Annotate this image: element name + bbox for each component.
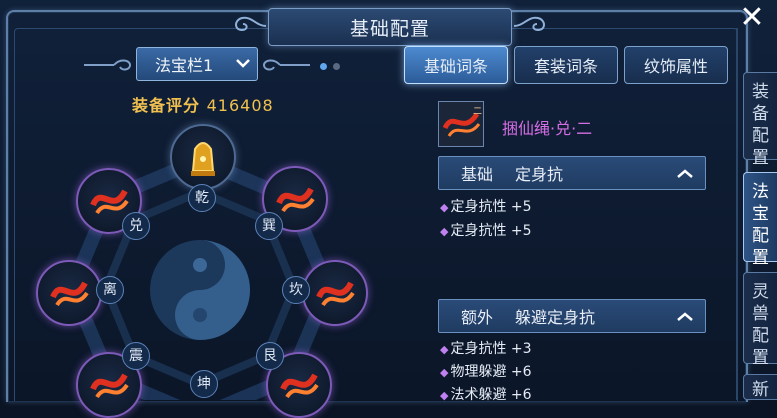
tab-set-entries[interactable]: 套装词条 bbox=[514, 46, 618, 84]
window-frame: 基础配置 ✕ 法宝栏1 装备评分 416408 乾 巽 坎 艮 坤 震 离 兑 … bbox=[0, 0, 777, 418]
score-label: 装备评分 bbox=[132, 96, 201, 115]
side-tab-label: 灵兽配置 bbox=[752, 282, 769, 368]
rope-icon: 二 bbox=[442, 107, 482, 137]
bell-treasure-icon bbox=[191, 142, 215, 176]
score-value: 416408 bbox=[206, 96, 274, 115]
treasure-slot-kan[interactable] bbox=[302, 260, 368, 326]
equipment-score: 装备评分 416408 bbox=[132, 92, 274, 116]
side-tab-label: 法宝配置 bbox=[752, 182, 769, 268]
side-tab-label: 装备配置 bbox=[752, 82, 769, 168]
rope-icon bbox=[316, 281, 355, 307]
chevron-up-icon[interactable] bbox=[665, 163, 705, 184]
attr-line: ◆ 定身抗性 +5 bbox=[440, 223, 532, 239]
panel-divider bbox=[736, 28, 738, 400]
dropdown-label: 法宝栏1 bbox=[155, 56, 214, 75]
treasure-slot-qian[interactable] bbox=[170, 124, 236, 190]
page-indicator bbox=[320, 55, 346, 74]
section-key: 基础 bbox=[461, 165, 494, 184]
side-tab-treasure[interactable]: 法宝配置 bbox=[743, 172, 777, 268]
trigram-xun: 巽 bbox=[255, 212, 283, 240]
treasure-slot-dropdown[interactable]: 法宝栏1 bbox=[136, 47, 258, 81]
rope-icon bbox=[280, 373, 319, 399]
trigram-qian: 乾 bbox=[188, 184, 216, 212]
tab-pattern-attributes[interactable]: 纹饰属性 bbox=[624, 46, 728, 84]
section-value: 定身抗 bbox=[515, 165, 564, 184]
tab-basic-entries[interactable]: 基础词条 bbox=[404, 46, 508, 84]
item-name: 捆仙绳·兑·二 bbox=[502, 119, 593, 138]
section-value: 躲避定身抗 bbox=[515, 308, 596, 327]
diamond-bullet-icon: ◆ bbox=[440, 389, 449, 402]
section-key: 额外 bbox=[461, 308, 494, 327]
side-tab-label: 新 bbox=[752, 380, 769, 400]
diamond-bullet-icon: ◆ bbox=[440, 343, 449, 356]
diamond-bullet-icon: ◆ bbox=[440, 225, 449, 238]
side-tab-pet[interactable]: 灵兽配置 bbox=[743, 272, 777, 368]
section-extra[interactable]: 额外 躲避定身抗 bbox=[438, 299, 706, 333]
swirl-ornament-icon bbox=[235, 16, 267, 32]
attr-line: ◆ 物理躲避 +6 bbox=[440, 364, 532, 380]
bagua-slots: 乾 巽 坎 艮 坤 震 离 兑 bbox=[30, 120, 370, 418]
close-icon[interactable]: ✕ bbox=[734, 2, 770, 34]
trigram-kun: 坤 bbox=[190, 370, 218, 398]
side-tab-new[interactable]: 新 bbox=[743, 374, 777, 400]
diamond-bullet-icon: ◆ bbox=[440, 201, 449, 214]
chevron-down-icon bbox=[229, 56, 257, 72]
item-icon: 二 bbox=[438, 101, 484, 147]
trigram-li: 离 bbox=[96, 276, 124, 304]
page-dot-active[interactable] bbox=[320, 63, 327, 70]
treasure-slot-li[interactable] bbox=[36, 260, 102, 326]
cloud-ornament-icon bbox=[84, 59, 132, 71]
attr-line: ◆ 法术躲避 +6 bbox=[440, 387, 532, 403]
window-title: 基础配置 bbox=[349, 17, 430, 40]
attr-line: ◆ 定身抗性 +5 bbox=[440, 199, 532, 215]
page-dot[interactable] bbox=[333, 63, 340, 70]
attr-line: ◆ 定身抗性 +3 bbox=[440, 341, 532, 357]
diamond-bullet-icon: ◆ bbox=[440, 366, 449, 379]
trigram-kan: 坎 bbox=[282, 276, 310, 304]
trigram-zhen: 震 bbox=[122, 342, 150, 370]
trigram-dui: 兑 bbox=[122, 212, 150, 240]
cloud-ornament-icon bbox=[262, 59, 310, 71]
side-tab-equipment[interactable]: 装备配置 bbox=[743, 72, 777, 168]
svg-text:二: 二 bbox=[473, 107, 482, 117]
chevron-up-icon[interactable] bbox=[665, 306, 705, 327]
section-basic[interactable]: 基础 定身抗 bbox=[438, 156, 706, 190]
trigram-gen: 艮 bbox=[256, 342, 284, 370]
window-title-plate: 基础配置 bbox=[268, 8, 512, 46]
rope-icon bbox=[50, 281, 89, 307]
taiji-icon bbox=[150, 240, 250, 340]
swirl-ornament-icon bbox=[513, 16, 545, 32]
